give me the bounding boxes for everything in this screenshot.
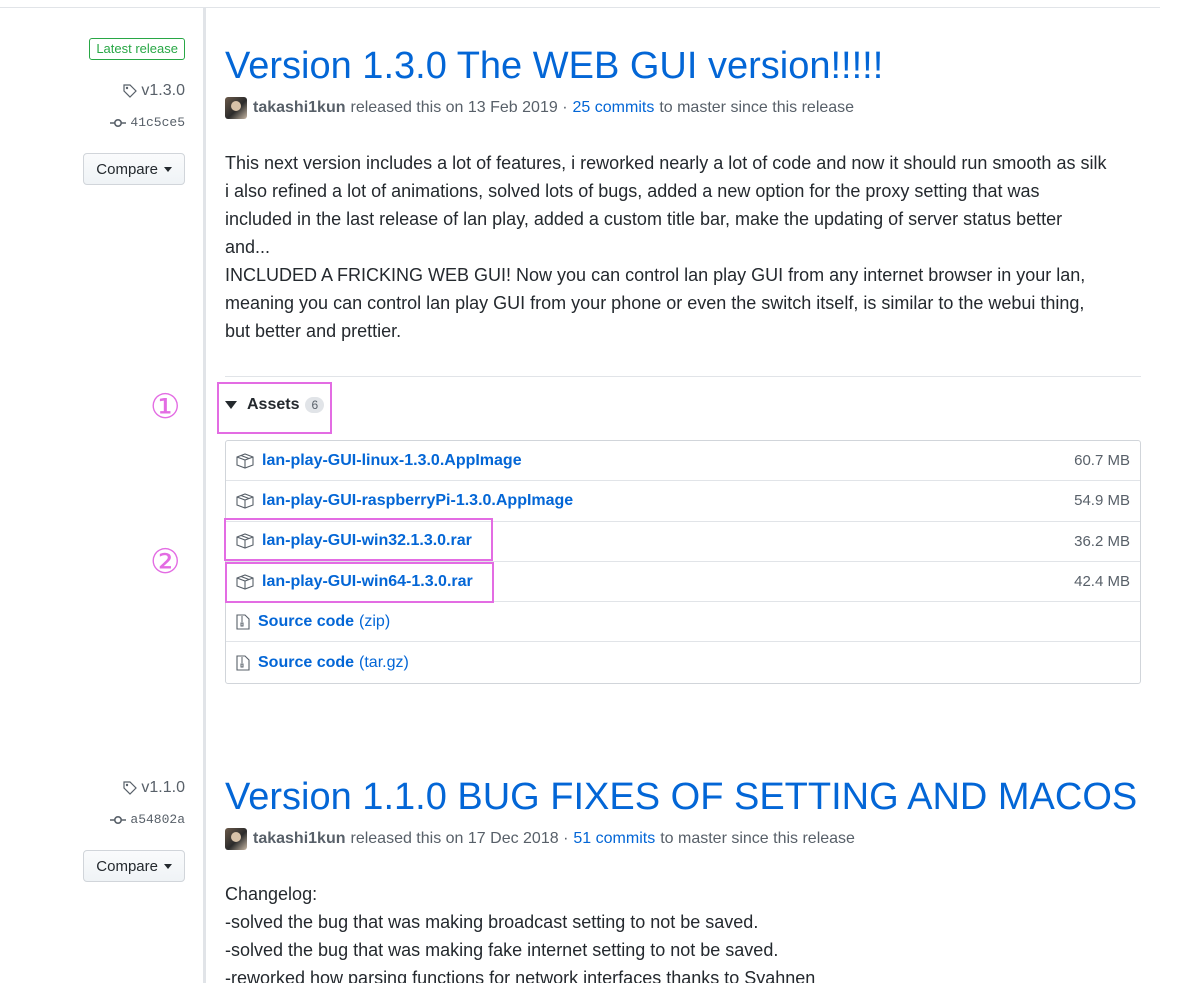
notes-line: Changelog: (225, 884, 318, 904)
asset-download-link[interactable]: lan-play-GUI-linux-1.3.0.AppImage (262, 452, 522, 470)
source-code-targz-link[interactable]: Source code (258, 654, 354, 672)
commit-sha: a54802a (130, 812, 185, 827)
compare-label: Compare (96, 857, 158, 875)
release-compare-2: Compare (83, 850, 185, 882)
commits-suffix: to master since this release (660, 830, 855, 847)
asset-row: lan-play-GUI-raspberryPi-1.3.0.AppImage … (226, 481, 1140, 522)
notes-line: This next version includes a lot of feat… (225, 153, 1107, 173)
package-icon (236, 453, 254, 469)
notes-line: INCLUDED A FRICKING WEB GUI! Now you can… (225, 265, 1086, 285)
release-commit-meta-1: 41c5ce5 (110, 115, 185, 130)
tag-label: v1.1.0 (141, 779, 185, 796)
release-notes: Changelog: -solved the bug that was maki… (225, 880, 1141, 983)
notes-line: -reworked how parsing functions for netw… (225, 968, 816, 983)
notes-line: included in the last release of lan play… (225, 209, 1063, 229)
tag-link[interactable]: v1.1.0 (122, 779, 185, 797)
notes-line: -solved the bug that was making fake int… (225, 940, 779, 960)
package-icon (236, 493, 254, 509)
file-zip-icon (236, 614, 250, 630)
notes-line: -solved the bug that was making broadcas… (225, 912, 759, 932)
commit-link[interactable]: 41c5ce5 (110, 115, 185, 130)
annotation-marker-2: ② (150, 542, 181, 582)
asset-size: 60.7 MB (1074, 452, 1130, 470)
release-compare-1: Compare (83, 153, 185, 185)
release-notes: This next version includes a lot of feat… (225, 149, 1141, 345)
author-link[interactable]: takashi1kun (253, 830, 345, 848)
assets-divider (225, 376, 1141, 377)
release-timeline-line (203, 8, 206, 983)
compare-button[interactable]: Compare (83, 153, 185, 185)
tag-label: v1.3.0 (141, 82, 185, 99)
annotation-box-win32 (224, 518, 493, 561)
released-text: released this on 17 Dec 2018 · (350, 830, 569, 847)
commits-link[interactable]: 25 commits (573, 99, 655, 117)
release-title[interactable]: Version 1.3.0 The WEB GUI version!!!!! (225, 43, 1141, 89)
tag-link[interactable]: v1.3.0 (122, 82, 185, 100)
source-format[interactable]: (tar.gz) (359, 654, 409, 672)
commit-sha: 41c5ce5 (130, 115, 185, 130)
release-tag-meta-1: v1.3.0 (122, 82, 185, 100)
annotation-box-assets (217, 382, 332, 434)
commit-icon (110, 118, 127, 127)
tag-icon (123, 84, 138, 98)
file-zip-icon (236, 655, 250, 671)
tag-icon (123, 781, 138, 795)
avatar[interactable] (225, 828, 247, 850)
author-link[interactable]: takashi1kun (253, 99, 345, 117)
asset-size: 42.4 MB (1074, 573, 1130, 591)
commit-icon (110, 815, 127, 824)
source-row: Source code (tar.gz) (226, 642, 1140, 682)
release-tag-meta-2: v1.1.0 (122, 779, 185, 797)
released-text: released this on 13 Feb 2019 · (350, 99, 568, 116)
annotation-box-win64 (225, 562, 494, 603)
source-row: Source code (zip) (226, 602, 1140, 643)
asset-download-link[interactable]: lan-play-GUI-raspberryPi-1.3.0.AppImage (262, 492, 573, 510)
release-meta-1: Latest release (89, 38, 185, 60)
latest-release-badge: Latest release (89, 38, 185, 60)
chevron-down-icon (164, 863, 172, 869)
release-title[interactable]: Version 1.1.0 BUG FIXES OF SETTING AND M… (225, 774, 1141, 820)
source-format[interactable]: (zip) (359, 613, 390, 631)
top-divider (0, 7, 1160, 8)
commit-link[interactable]: a54802a (110, 812, 185, 827)
avatar[interactable] (225, 97, 247, 119)
notes-line: meaning you can control lan play GUI fro… (225, 293, 1085, 313)
compare-label: Compare (96, 160, 158, 178)
release-1: Version 1.3.0 The WEB GUI version!!!!! t… (225, 43, 1141, 345)
commits-suffix: to master since this release (659, 99, 855, 116)
release-2: Version 1.1.0 BUG FIXES OF SETTING AND M… (225, 774, 1141, 983)
asset-size: 36.2 MB (1074, 532, 1130, 550)
release-byline: takashi1kun released this on 13 Feb 2019… (225, 97, 1141, 119)
release-commit-meta-2: a54802a (110, 812, 185, 827)
notes-line: i also refined a lot of animations, solv… (225, 181, 1040, 201)
asset-row: lan-play-GUI-linux-1.3.0.AppImage 60.7 M… (226, 441, 1140, 482)
release-byline: takashi1kun released this on 17 Dec 2018… (225, 828, 1141, 850)
chevron-down-icon (164, 166, 172, 172)
notes-line: and... (225, 237, 271, 257)
annotation-marker-1: ① (150, 387, 181, 427)
source-code-zip-link[interactable]: Source code (258, 613, 354, 631)
asset-size: 54.9 MB (1074, 492, 1130, 510)
compare-button[interactable]: Compare (83, 850, 185, 882)
notes-line: but better and prettier. (225, 321, 402, 341)
commits-link[interactable]: 51 commits (573, 830, 655, 848)
